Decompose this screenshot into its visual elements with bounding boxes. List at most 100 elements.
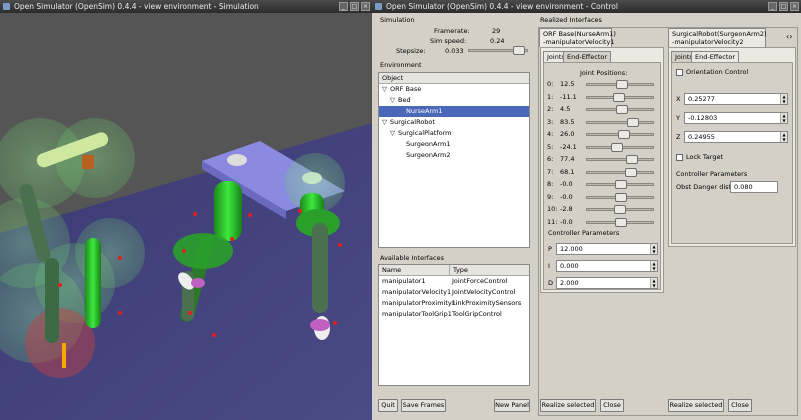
table-row[interactable]: manipulator1 JointForceControl bbox=[379, 276, 529, 287]
spinner-arrows-icon[interactable]: ▲ ▼ bbox=[650, 261, 657, 271]
joint-slider-thumb[interactable] bbox=[615, 217, 627, 227]
interface-name: manipulatorProximity1 bbox=[382, 299, 456, 307]
close-button-right[interactable]: Close bbox=[728, 399, 752, 412]
control-title-bar[interactable]: Open Simulator (OpenSim) 0.4.4 - view en… bbox=[372, 0, 801, 13]
joint-slider-thumb[interactable] bbox=[618, 130, 630, 139]
joint-index: 3: bbox=[547, 117, 554, 126]
stepsize-slider-thumb[interactable] bbox=[513, 46, 525, 55]
joint-slider[interactable] bbox=[586, 180, 654, 189]
joint-index: 1: bbox=[547, 92, 554, 101]
param-value: 2.000 bbox=[560, 279, 579, 287]
table-row[interactable]: manipulatorVelocity1 JointVelocityControl bbox=[379, 287, 529, 298]
tree-item[interactable]: ▽ ORF Base bbox=[379, 84, 529, 95]
close-icon[interactable]: × bbox=[361, 2, 370, 11]
joint-slider[interactable] bbox=[586, 142, 654, 152]
tree-item[interactable]: SurgeonArm1 bbox=[379, 139, 529, 150]
joint-slider-thumb[interactable] bbox=[626, 155, 638, 164]
interface-name: manipulator1 bbox=[382, 277, 426, 285]
panel2-title-line1: SurgicalRobot(SurgeonArm2) bbox=[672, 30, 767, 38]
tab-scroll-arrows-icon[interactable]: ‹› bbox=[786, 32, 792, 41]
joint-slider[interactable] bbox=[586, 117, 654, 127]
panel1-joints-content: Joint Positions: 0: 12.5 1: -11.1 2: 4.5 3: 83.… bbox=[543, 62, 661, 290]
tree-item[interactable]: ▽ SurgicalRobot bbox=[379, 117, 529, 128]
tree-item-label: SurgicalRobot bbox=[390, 118, 435, 126]
available-interfaces-table[interactable]: Name Type manipulator1 JointForceControl m… bbox=[378, 264, 530, 386]
panel-tab-nurse-arm[interactable]: ORF Base(NurseArm1) -manipulatorVelocity… bbox=[539, 28, 616, 47]
joint-value: -2.8 bbox=[560, 205, 573, 213]
joint-slider-thumb[interactable] bbox=[613, 92, 625, 102]
maximize-icon[interactable]: □ bbox=[779, 2, 788, 11]
panel1-tab-end-effector[interactable]: End-Effector bbox=[563, 51, 612, 62]
control-window: Open Simulator (OpenSim) 0.4.4 - view en… bbox=[372, 0, 801, 420]
joint-slider[interactable] bbox=[586, 205, 654, 214]
tree-expand-icon[interactable]: ▽ bbox=[390, 128, 398, 139]
stepsize-slider[interactable] bbox=[468, 46, 528, 55]
table-row[interactable]: manipulatorProximity1 LinkProximitySensor… bbox=[379, 298, 529, 309]
tree-item[interactable]: SurgeonArm2 bbox=[379, 150, 529, 161]
spinner-arrows-icon[interactable]: ▲ ▼ bbox=[650, 244, 657, 254]
tree-expand-icon[interactable]: ▽ bbox=[382, 84, 390, 95]
joint-slider-thumb[interactable] bbox=[614, 205, 626, 214]
new-panel-button[interactable]: New Panel bbox=[494, 399, 530, 412]
coord-field[interactable]: 0.24955 ▲ ▼ bbox=[684, 131, 788, 143]
joint-slider-thumb[interactable] bbox=[615, 180, 627, 189]
app-icon bbox=[375, 3, 382, 10]
tree-item[interactable]: ▽ Bed bbox=[379, 95, 529, 106]
interface-name: manipulatorVelocity1 bbox=[382, 288, 452, 296]
tree-item[interactable]: ▽ SurgicalPlatform bbox=[379, 128, 529, 139]
environment-tree[interactable]: Object ▽ ORF Base ▽ Bed NurseArm1 ▽ SurgicalRo… bbox=[378, 72, 530, 248]
spinner-arrows-icon[interactable]: ▲ ▼ bbox=[650, 278, 657, 288]
lock-target-label: Lock Target bbox=[686, 153, 723, 161]
lock-target-checkbox[interactable] bbox=[676, 154, 683, 161]
joint-slider[interactable] bbox=[586, 155, 654, 164]
simulation-title-bar[interactable]: Open Simulator (OpenSim) 0.4.4 - view en… bbox=[0, 0, 372, 13]
realize-selected-button-right[interactable]: Realize selected bbox=[668, 399, 724, 412]
spinner-arrows-icon[interactable]: ▲ ▼ bbox=[780, 94, 787, 104]
simulation-window-title: Open Simulator (OpenSim) 0.4.4 - view en… bbox=[14, 2, 259, 11]
minimize-icon[interactable]: _ bbox=[768, 2, 777, 11]
spinner-arrows-icon[interactable]: ▲ ▼ bbox=[780, 113, 787, 123]
joint-slider-thumb[interactable] bbox=[615, 192, 627, 202]
joint-slider[interactable] bbox=[586, 80, 654, 89]
joint-slider[interactable] bbox=[586, 105, 654, 114]
panel2-tab-end-effector[interactable]: End-Effector bbox=[691, 51, 740, 62]
table-row[interactable]: manipulatorToolGrip1 ToolGripControl bbox=[379, 309, 529, 320]
joint-value: 4.5 bbox=[560, 105, 571, 113]
joint-slider[interactable] bbox=[586, 192, 654, 202]
param-field[interactable]: 2.000 ▲ ▼ bbox=[556, 277, 658, 289]
tree-expand-icon[interactable]: ▽ bbox=[382, 117, 390, 128]
3d-viewport[interactable] bbox=[0, 13, 372, 420]
panel2-end-effector-content: Orientation Control X 0.25277 ▲ ▼ Y -0.12803 ▲… bbox=[671, 62, 793, 244]
joint-slider[interactable] bbox=[586, 167, 654, 177]
joint-slider[interactable] bbox=[586, 217, 654, 227]
close-icon[interactable]: × bbox=[790, 2, 799, 11]
coord-field[interactable]: 0.25277 ▲ ▼ bbox=[684, 93, 788, 105]
quit-button[interactable]: Quit bbox=[378, 399, 398, 412]
maximize-icon[interactable]: □ bbox=[350, 2, 359, 11]
joint-slider-thumb[interactable] bbox=[616, 80, 628, 89]
param-field[interactable]: 12.000 ▲ ▼ bbox=[556, 243, 658, 255]
interface-type: ToolGripControl bbox=[452, 310, 502, 318]
joint-slider[interactable] bbox=[586, 92, 654, 102]
joint-slider-thumb[interactable] bbox=[611, 142, 623, 152]
joint-value: 12.5 bbox=[560, 80, 575, 88]
joint-slider-thumb[interactable] bbox=[616, 105, 628, 114]
save-frames-button[interactable]: Save Frames bbox=[401, 399, 446, 412]
coord-field[interactable]: -0.12803 ▲ ▼ bbox=[684, 112, 788, 124]
panel-tab-surgeon-arm[interactable]: SurgicalRobot(SurgeonArm2) -manipulatorV… bbox=[668, 28, 767, 47]
param-field[interactable]: 0.000 ▲ ▼ bbox=[556, 260, 658, 272]
tree-expand-icon[interactable]: ▽ bbox=[390, 95, 398, 106]
joint-slider-thumb[interactable] bbox=[625, 167, 637, 177]
spinner-arrows-icon[interactable]: ▲ ▼ bbox=[780, 132, 787, 142]
tree-item[interactable]: NurseArm1 bbox=[379, 106, 529, 117]
joint-index: 8: bbox=[547, 180, 554, 188]
joint-slider[interactable] bbox=[586, 130, 654, 139]
minimize-icon[interactable]: _ bbox=[339, 2, 348, 11]
orientation-control-checkbox[interactable] bbox=[676, 69, 683, 76]
obst-danger-dist-field[interactable]: 0.080 bbox=[730, 181, 778, 193]
joint-value: -24.1 bbox=[560, 142, 577, 151]
realize-selected-button-left[interactable]: Realize selected bbox=[540, 399, 596, 412]
param-label: P bbox=[548, 245, 552, 253]
close-button-left[interactable]: Close bbox=[600, 399, 624, 412]
joint-slider-thumb[interactable] bbox=[627, 117, 639, 127]
